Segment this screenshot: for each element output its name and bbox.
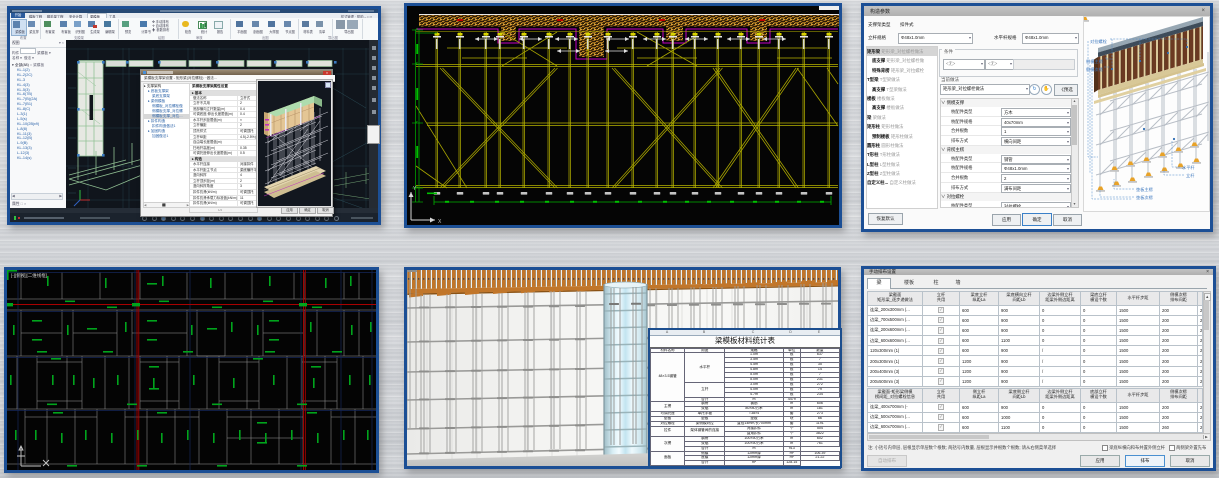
svg-text:垫板次楞: 垫板次楞 [1136, 194, 1153, 201]
svg-text:立杆: 立杆 [1186, 172, 1195, 179]
svg-text:[-][俯视][二维线框]: [-][俯视][二维线框] [11, 272, 47, 279]
svg-text:水平杆: 水平杆 [1182, 164, 1195, 171]
svg-text:侧模次楞: 侧模次楞 [1086, 66, 1103, 73]
svg-text:垫板主楞: 垫板主楞 [1136, 186, 1153, 193]
svg-text:侧模主楞: 侧模主楞 [1086, 58, 1103, 65]
svg-text:对拉螺栓: 对拉螺栓 [1090, 38, 1108, 45]
